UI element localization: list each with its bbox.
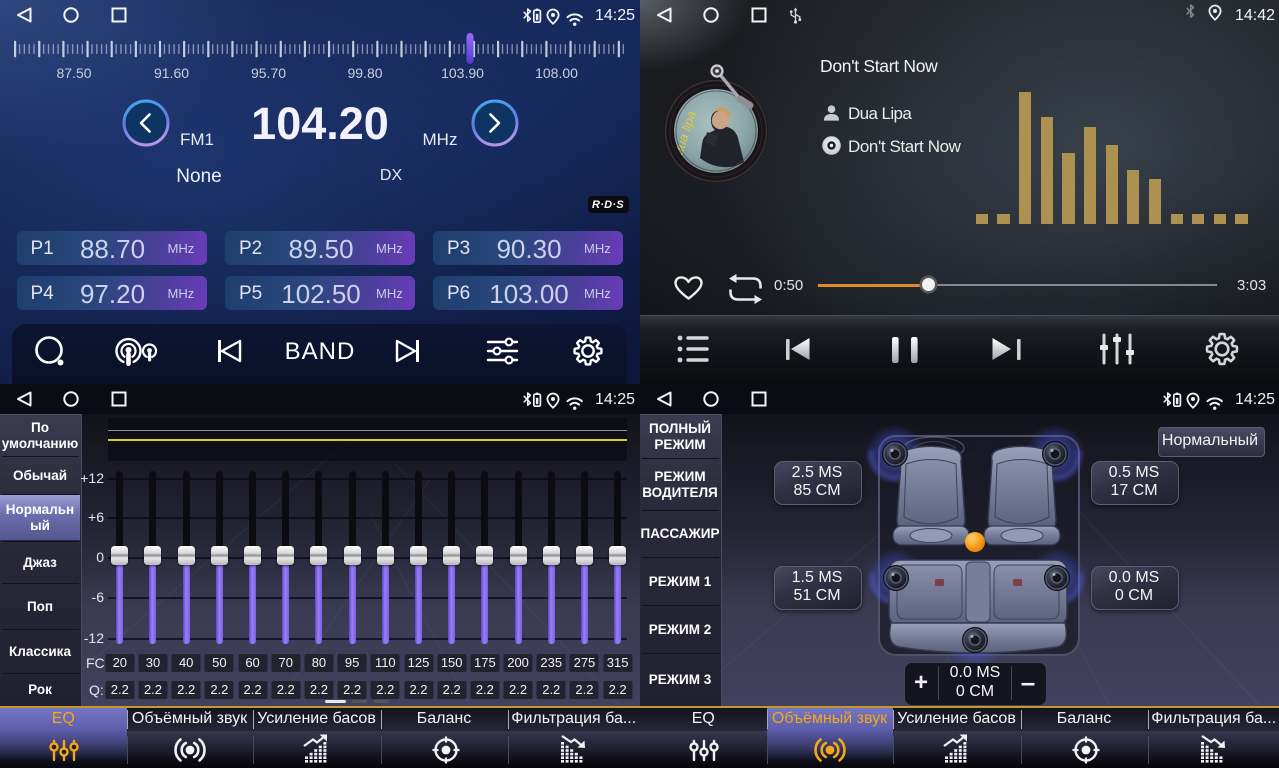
svg-text:BAND: BAND — [285, 338, 356, 365]
